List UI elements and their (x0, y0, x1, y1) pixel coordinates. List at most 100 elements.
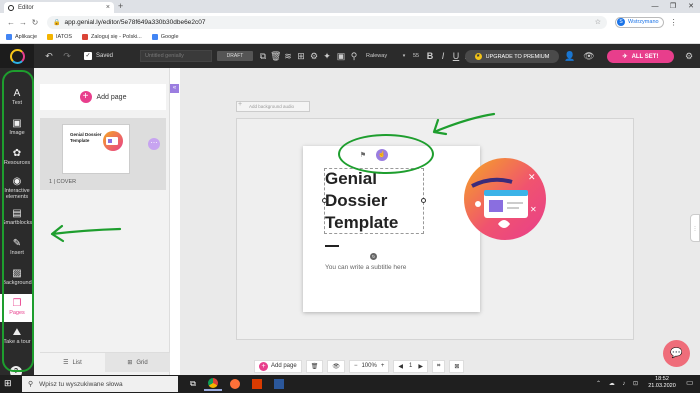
forward-icon[interactable]: → (17, 18, 29, 27)
italic-icon[interactable]: I (438, 44, 448, 68)
zoom-out-icon[interactable]: − (354, 363, 358, 369)
list-icon: ☰ (63, 360, 69, 366)
address-row: ← → ↻ 🔒 app.genial.ly/editor/5e78f649a33… (0, 13, 700, 31)
system-tray[interactable]: ⌃ ☁ ♪ ⊡ (596, 380, 641, 387)
annotation-arrow-down-left (432, 112, 496, 136)
page-nav: ◀ 1 ▶ (393, 359, 428, 373)
font-dropdown-icon[interactable]: ▾ (400, 44, 408, 68)
grid-toggle-icon[interactable]: ⊠ (449, 359, 465, 373)
avatar: S (617, 18, 625, 26)
add-collaborator-icon[interactable]: 👤 (563, 44, 577, 68)
premium-star-icon: ★ (474, 53, 482, 60)
add-page-button[interactable]: + Add page (40, 84, 166, 110)
close-window-icon[interactable]: ✕ (682, 0, 700, 13)
trash-icon[interactable]: 🗑 (305, 359, 324, 373)
send-icon: ✈ (622, 54, 628, 60)
settings-icon[interactable]: ⚙ (309, 44, 319, 68)
grid-view-button[interactable]: ⊞ Grid (105, 353, 170, 372)
settings-gear-icon[interactable]: ⚙ (682, 44, 696, 68)
back-icon[interactable]: ← (5, 18, 17, 27)
bookmark-login[interactable]: Zaloguj się - Polski... (82, 34, 142, 40)
notifications-icon[interactable]: ▭ (686, 378, 694, 387)
eye-icon[interactable]: 👁 (327, 359, 345, 373)
view-toggle: ☰ List ⊞ Grid (40, 352, 170, 372)
background-audio-bar[interactable]: Add background audio (236, 101, 310, 112)
site-icon (82, 34, 89, 40)
window-controls: — ❐ ✕ (646, 0, 700, 13)
fit-screen-icon[interactable]: ⌗ (431, 359, 446, 373)
undo-icon[interactable]: ↶ (42, 44, 56, 68)
underline-icon[interactable]: U (451, 44, 461, 68)
bookmark-google[interactable]: Google (151, 34, 179, 40)
more-menu-icon[interactable]: ⋮ (670, 18, 678, 27)
genially-logo-icon (9, 48, 25, 64)
page-options-icon[interactable]: ⋯ (148, 138, 160, 150)
font-size-field[interactable]: 55 (410, 44, 422, 68)
bold-icon[interactable]: B (425, 44, 435, 68)
list-view-button[interactable]: ☰ List (40, 353, 105, 372)
annotation-arrow-left (50, 224, 122, 243)
thumbnail-illustration (103, 131, 123, 151)
tab-close-icon[interactable]: × (106, 4, 110, 11)
taskbar-clock[interactable]: 18:52 21.03.2020 (642, 376, 682, 390)
next-page-icon[interactable]: ▶ (418, 363, 423, 370)
image-icon[interactable]: ▣ (336, 44, 346, 68)
zoom-in-icon[interactable]: + (381, 363, 385, 369)
bottom-add-page-button[interactable]: + Add page (254, 359, 302, 373)
saved-check-icon: ✓ (84, 52, 92, 60)
redo-icon[interactable]: ↷ (60, 44, 74, 68)
right-panel-tab[interactable]: ⋮ (690, 214, 700, 242)
url-bar[interactable]: 🔒 app.genial.ly/editor/5e78f649a330b30db… (47, 15, 607, 29)
upgrade-premium-button[interactable]: ★ UPGRADE TO PREMIUM (465, 50, 559, 63)
windows-search-input[interactable]: ⚲ Wpisz tu wyszukiwane słowa (22, 376, 178, 392)
rotate-handle-icon[interactable]: ↻ (370, 253, 377, 260)
firefox-icon[interactable] (226, 377, 244, 391)
bookmark-iatos[interactable]: IATOS (47, 34, 72, 40)
resize-handle-left[interactable] (322, 198, 327, 203)
align-icon[interactable]: ⊞ (296, 44, 306, 68)
audio-plus-icon: + (238, 101, 243, 108)
reload-icon[interactable]: ↻ (29, 18, 41, 27)
prev-page-icon[interactable]: ◀ (398, 363, 403, 370)
search-icon: ⚲ (28, 381, 34, 388)
chat-support-button[interactable]: 💬 (663, 340, 690, 367)
page-subtitle[interactable]: You can write a subtitle here (325, 264, 406, 271)
svg-text:✕: ✕ (530, 205, 537, 214)
genially-logo[interactable] (0, 44, 34, 68)
profile-button[interactable]: S Wstrzymano (615, 16, 664, 28)
app-icon-red[interactable] (248, 377, 266, 391)
draft-badge: DRAFT (217, 51, 253, 61)
word-icon[interactable] (270, 377, 288, 391)
resize-handle-right[interactable] (421, 198, 426, 203)
layers-icon[interactable]: ≋ (283, 44, 293, 68)
title-input[interactable]: Untitled genially (140, 50, 212, 62)
preview-eye-icon[interactable]: 👁 (582, 44, 596, 68)
page-number: 1 (408, 363, 413, 369)
clock-time: 18:52 (655, 376, 669, 382)
task-view-icon[interactable]: ⧉ (184, 377, 202, 391)
grid-icon: ⊞ (127, 360, 133, 366)
clock-date: 21.03.2020 (648, 383, 676, 389)
delete-icon[interactable]: 🗑 (270, 44, 281, 68)
bookmark-star-icon[interactable]: ☆ (595, 18, 601, 26)
plus-icon: + (79, 91, 92, 103)
all-set-button[interactable]: ✈ ALL SET! (607, 50, 674, 63)
page-title[interactable]: Genial Dossier Template (325, 168, 425, 234)
copy-icon[interactable]: ⧉ (258, 44, 268, 68)
link-icon[interactable]: ⚲ (349, 44, 359, 68)
canvas-bottom-bar: + Add page 🗑 👁 − 100% + ◀ 1 ▶ ⌗ ⊠ (254, 358, 484, 374)
collapse-panel-icon[interactable]: « (170, 84, 179, 93)
url-text: app.genial.ly/editor/5e78f649a330b30dbe6… (64, 18, 206, 26)
minimize-icon[interactable]: — (646, 0, 664, 13)
chrome-icon[interactable] (204, 377, 222, 391)
new-tab-button[interactable]: + (118, 1, 123, 11)
maximize-icon[interactable]: ❐ (664, 0, 682, 13)
animation-icon[interactable]: ✦ (322, 44, 332, 68)
profile-status: Wstrzymano (628, 19, 659, 25)
windows-start-icon[interactable]: ⊞ (4, 378, 12, 389)
lock-icon: 🔒 (53, 19, 61, 26)
tab-title: Editor (18, 4, 34, 11)
bookmark-apps[interactable]: Aplikacje (6, 34, 37, 40)
browser-tab[interactable]: Editor × (4, 2, 114, 13)
zoom-control: − 100% + (348, 359, 390, 373)
